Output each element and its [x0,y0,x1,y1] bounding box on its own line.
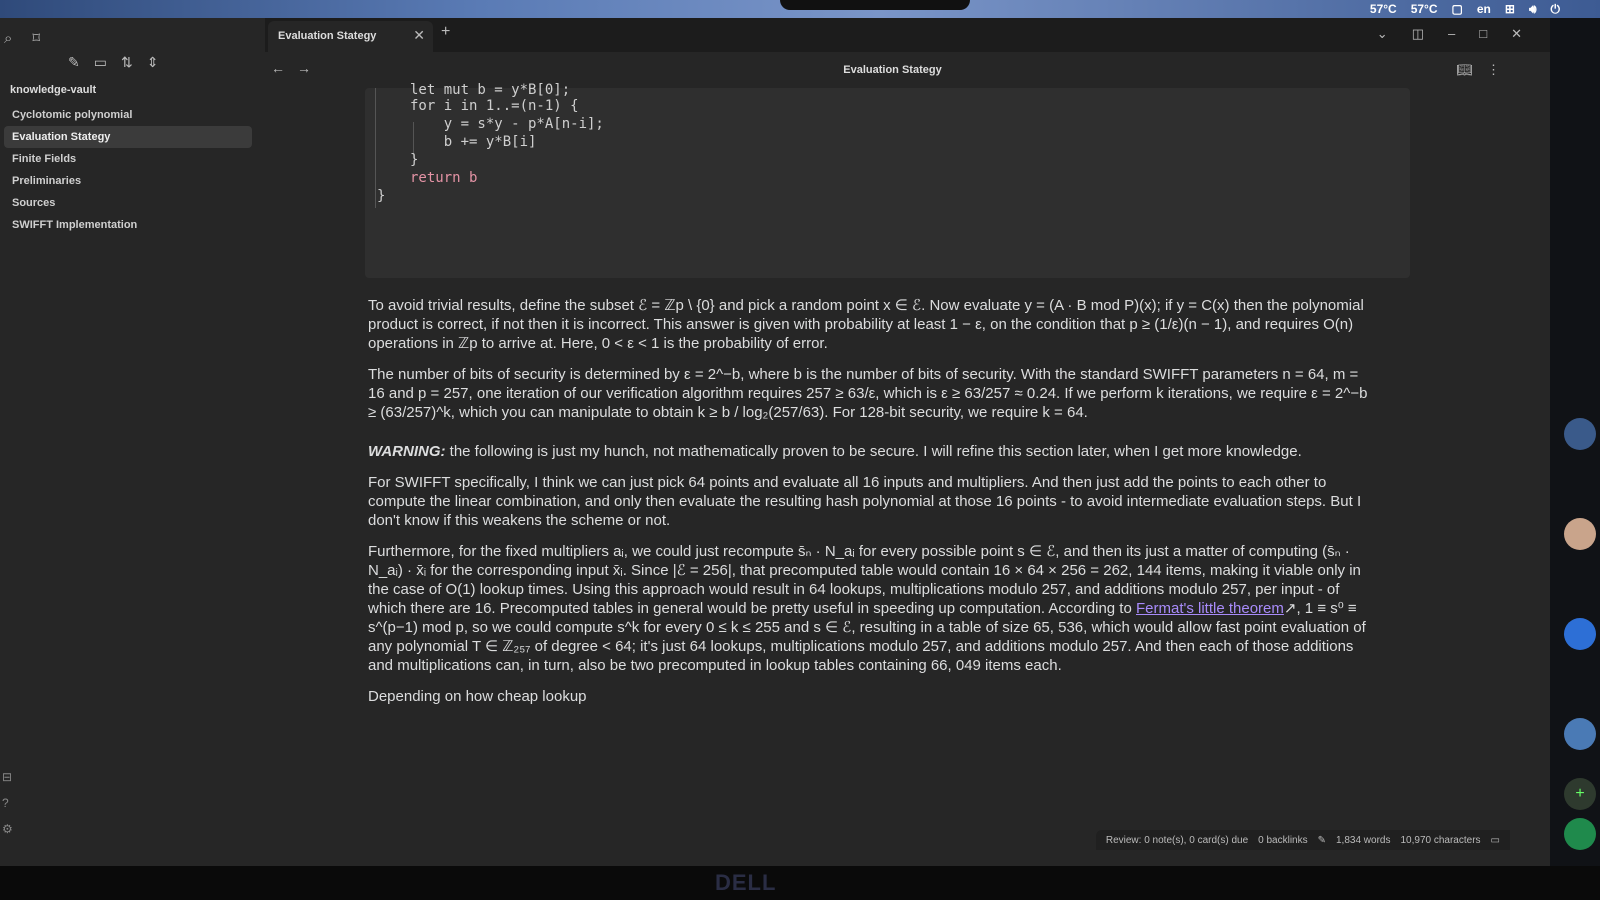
language-indicator[interactable]: en [1477,2,1491,16]
paragraph-depending: Depending on how cheap lookup [368,688,587,705]
code-line-7: } [377,188,386,204]
file-item-finite-fields[interactable]: Finite Fields [4,148,252,170]
vault-name[interactable]: knowledge-vault [10,84,96,96]
paragraph-precomputed: Furthermore, for the fixed multipliers a… [368,542,1378,675]
explorer-toolbar: ✎ ▭ ⇅ ⇕ [68,54,158,71]
help-icon[interactable]: ? [2,796,13,810]
maximize-icon[interactable]: □ [1479,26,1487,42]
close-window-icon[interactable]: ✕ [1511,26,1522,42]
note-body: To avoid trivial results, define the sub… [368,296,1378,718]
app-icon[interactable] [1564,518,1596,550]
system-top-bar: 57°C 57°C ▢ en ⊞ 🔊︎ ⏻ [0,0,1600,18]
file-item-cyclotomic-polynomial[interactable]: Cyclotomic polynomial [4,104,252,126]
external-link-icon: ↗ [1283,600,1297,617]
collapse-icon[interactable]: ⇕ [147,54,159,71]
file-item-preliminaries[interactable]: Preliminaries [4,170,252,192]
warning-label: WARNING: [368,443,446,460]
app-icon[interactable] [1564,418,1596,450]
fermat-link[interactable]: Fermat's little theorem [1136,600,1284,617]
review-status[interactable]: Review: 0 note(s), 0 card(s) due [1106,835,1248,846]
vault-switch-icon[interactable]: ⊟ [2,770,13,784]
app-icon[interactable] [1564,618,1596,650]
code-block[interactable]: let mut b = y*B[0]; for i in 1..=(n-1) { … [365,82,1410,278]
close-icon[interactable]: ✕ [413,27,425,44]
file-explorer-sidebar: ⌕ ⌑ ✎ ▭ ⇅ ⇕ knowledge-vault Cyclotomic p… [0,18,265,866]
sidebar-ribbon: ⌕ ⌑ [0,18,40,58]
new-folder-icon[interactable]: ▭ [94,54,107,71]
code-line-1: let mut b = y*B[0]; [410,82,571,98]
paragraph-warning: WARNING: the following is just my hunch,… [368,442,1378,461]
paragraph-swifft: For SWIFFT specifically, I think we can … [368,474,1362,529]
new-note-icon[interactable]: ✎ [68,54,80,71]
search-icon[interactable]: ⌕ [4,30,12,47]
indent-guide [375,88,376,208]
power-icon[interactable]: ⏻ [1551,2,1561,17]
settings-icon[interactable]: ⚙ [2,822,13,836]
system-tray: 57°C 57°C ▢ en ⊞ 🔊︎ ⏻ [1370,0,1560,18]
sort-icon[interactable]: ⇅ [121,54,133,71]
chevron-down-icon[interactable]: ⌄ [1377,26,1388,42]
view-title: Evaluation Stategy [843,64,942,76]
lock-icon[interactable]: ▭ [1491,835,1500,846]
app-icon[interactable] [1564,818,1596,850]
file-item-sources[interactable]: Sources [4,192,252,214]
tab-evaluation-stategy[interactable]: Evaluation Stategy ✕ [268,21,433,52]
network-icon[interactable]: ⊞ [1505,2,1515,16]
file-list: Cyclotomic polynomial Evaluation Stategy… [4,104,252,236]
minimize-icon[interactable]: – [1448,26,1455,42]
bookmark-icon[interactable]: ⌑ [32,29,40,47]
volume-icon[interactable]: 🔊︎ [1529,2,1537,17]
status-bar: Review: 0 note(s), 0 card(s) due 0 backl… [1095,830,1510,850]
right-dock: + [1550,18,1600,866]
temperature-2: 57°C [1410,2,1438,16]
file-item-swifft-implementation[interactable]: SWIFFT Implementation [4,214,252,236]
clipboard-icon[interactable]: ▢ [1452,2,1463,16]
code-line-4: b += y*B[i] [410,134,537,150]
window-controls: ⌄ ◫ – □ ✕ [1377,26,1522,42]
tab-bar: Evaluation Stategy ✕ + ⌄ ◫ – □ ✕ [265,18,1550,52]
reading-view-icon[interactable]: 📖︎ [1456,62,1473,78]
code-line-6: return b [410,170,478,186]
monitor-brand-logo: DELL [715,870,777,895]
code-line-3: y = s*y - p*A[n-i]; [410,116,604,132]
add-icon[interactable]: + [1564,778,1596,810]
tab-title: Evaluation Stategy [278,30,377,42]
code-line-5: } [410,152,419,168]
file-item-evaluation-stategy[interactable]: Evaluation Stategy [4,126,252,148]
word-count: 1,834 words [1336,834,1391,846]
view-actions: 📖︎ ⋮ [1456,62,1500,78]
camera-notch [780,0,970,10]
edit-icon[interactable]: ✎ [1318,835,1326,846]
editor-pane: ← → Evaluation Stategy 📖︎ ⋮ let mut b = … [265,52,1550,866]
app-icon[interactable] [1564,718,1596,750]
sidebar-bottom-icons: ⊟ ? ⚙ [2,770,13,836]
paragraph-definition: To avoid trivial results, define the sub… [368,297,1364,352]
sidebar-toggle-icon[interactable]: ◫ [1412,26,1424,42]
code-line-2: for i in 1..=(n-1) { [410,98,579,114]
new-tab-button[interactable]: + [441,23,450,41]
backlinks-count[interactable]: 0 backlinks [1258,835,1307,846]
warning-text: the following is just my hunch, not math… [445,443,1302,460]
paragraph-security-bits: The number of bits of security is determ… [368,366,1368,421]
monitor-bezel [0,866,1600,900]
temperature-1: 57°C [1369,2,1397,16]
character-count: 10,970 characters [1400,834,1481,846]
more-options-icon[interactable]: ⋮ [1487,62,1500,78]
